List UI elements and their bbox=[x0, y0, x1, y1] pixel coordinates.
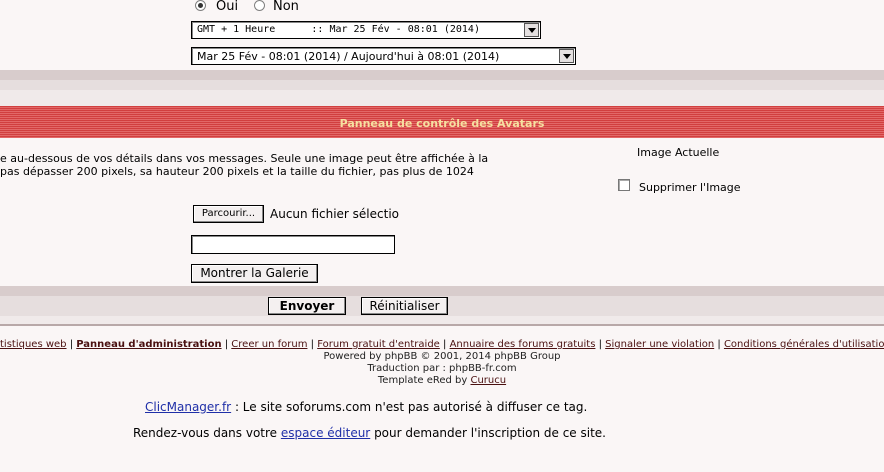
editor-notice: Rendez-vous dans votre espace éditeur po… bbox=[133, 426, 606, 440]
delete-image-label: Supprimer l'Image bbox=[639, 181, 741, 194]
footer-link-create-forum[interactable]: Creer un forum bbox=[231, 339, 307, 350]
footer-link-terms[interactable]: Conditions générales d'utilisation bbox=[724, 339, 884, 350]
editor-prefix: Rendez-vous dans votre bbox=[133, 426, 281, 440]
footer-separator: | bbox=[221, 339, 232, 350]
avatar-url-input[interactable] bbox=[191, 235, 395, 254]
footer-separator: | bbox=[714, 339, 724, 350]
avatar-description-line2: pas dépasser 200 pixels, sa hauteur 200 … bbox=[0, 165, 474, 178]
clicmanager-text: : Le site soforums.com n'est pas autoris… bbox=[231, 400, 588, 414]
footer-separator: | bbox=[66, 339, 77, 350]
no-file-text: Aucun fichier sélectio bbox=[270, 207, 399, 221]
powered-by: Powered by phpBB © 2001, 2014 phpBB Grou… bbox=[323, 351, 561, 362]
show-gallery-button[interactable]: Montrer la Galerie bbox=[191, 264, 318, 283]
footer-link-admin-panel[interactable]: Panneau d'administration bbox=[76, 339, 221, 350]
footer-link-directory[interactable]: Annuaire des forums gratuits bbox=[450, 339, 596, 350]
separator-band bbox=[0, 286, 884, 296]
delete-image-checkbox[interactable] bbox=[618, 179, 630, 191]
separator-band bbox=[0, 90, 884, 106]
radio-no[interactable] bbox=[254, 0, 265, 11]
footer-separator: | bbox=[439, 339, 450, 350]
footer-link-help-forum[interactable]: Forum gratuit d'entraide bbox=[317, 339, 440, 350]
date-format-value: Mar 25 Fév - 08:01 (2014) / Aujourd'hui … bbox=[197, 50, 500, 63]
divider bbox=[0, 324, 884, 326]
radio-no-label: Non bbox=[273, 0, 299, 14]
reset-button[interactable]: Réinitialiser bbox=[361, 297, 448, 315]
date-format-select[interactable]: Mar 25 Fév - 08:01 (2014) / Aujourd'hui … bbox=[191, 47, 576, 65]
footer-links: tistiques web | Panneau d'administration… bbox=[0, 339, 884, 350]
footer-separator: | bbox=[595, 339, 606, 350]
current-image-label: Image Actuelle bbox=[637, 146, 720, 159]
avatar-description-line1: e au-dessous de vos détails dans vos mes… bbox=[0, 152, 489, 165]
footer-link-stats[interactable]: tistiques web bbox=[0, 339, 67, 350]
clicmanager-notice: ClicManager.fr : Le site soforums.com n'… bbox=[145, 400, 587, 414]
separator-band bbox=[0, 80, 884, 90]
template-author-link[interactable]: Curucu bbox=[470, 375, 506, 386]
separator-band bbox=[0, 316, 884, 324]
template-prefix: Template eRed by bbox=[377, 375, 471, 386]
footer-separator: | bbox=[307, 339, 318, 350]
submit-button[interactable]: Envoyer bbox=[268, 297, 346, 315]
editor-space-link[interactable]: espace éditeur bbox=[281, 426, 370, 440]
timezone-value: GMT + 1 Heure :: Mar 25 Fév - 08:01 (201… bbox=[197, 24, 480, 35]
chevron-down-icon[interactable] bbox=[559, 49, 574, 63]
separator-band bbox=[0, 70, 884, 80]
timezone-select[interactable]: GMT + 1 Heure :: Mar 25 Fév - 08:01 (201… bbox=[191, 21, 541, 39]
radio-yes[interactable] bbox=[195, 0, 206, 11]
browse-button[interactable]: Parcourir... bbox=[193, 205, 264, 223]
chevron-down-icon[interactable] bbox=[524, 23, 539, 37]
radio-yes-label: Oui bbox=[216, 0, 239, 14]
footer-link-report[interactable]: Signaler une violation bbox=[605, 339, 714, 350]
editor-suffix: pour demander l'inscription de ce site. bbox=[370, 426, 606, 440]
clicmanager-link[interactable]: ClicManager.fr bbox=[145, 400, 231, 414]
template-credit: Template eRed by Curucu bbox=[0, 375, 884, 386]
panel-title: Panneau de contrôle des Avatars bbox=[339, 117, 545, 130]
translation-credit: Traduction par : phpBB-fr.com bbox=[367, 363, 517, 374]
